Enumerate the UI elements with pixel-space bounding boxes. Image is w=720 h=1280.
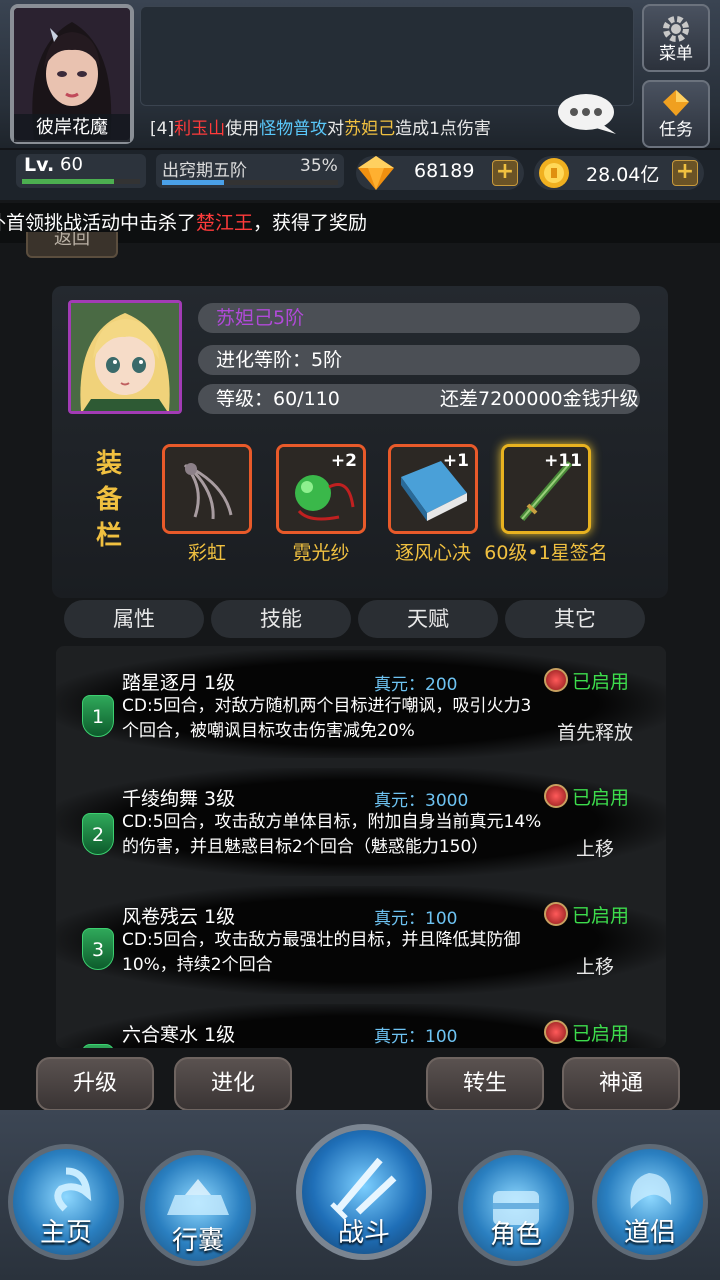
skill-name: 千绫绚舞 3级 (122, 788, 236, 810)
chat-bubble-icon[interactable] (556, 90, 618, 136)
tab-skills[interactable]: 技能 (211, 600, 351, 638)
skill-name: 六合寒水 1级 (122, 1024, 236, 1046)
skill-cost: 真元：3000 (374, 791, 469, 811)
add-gems-button[interactable]: + (492, 160, 518, 186)
level-label: Lv. (24, 154, 55, 176)
skill-status[interactable]: 已启用 (572, 901, 629, 928)
upgrade-button[interactable]: 升级 (36, 1057, 154, 1111)
skill-card: 2 千绫绚舞 3级 真元：3000 CD:5回合，攻击敌方单体目标，附加自身当前… (56, 768, 666, 876)
task-button[interactable]: 任务 (642, 80, 710, 148)
nav-bag-label: 行囊 (171, 1226, 224, 1256)
divine-power-button[interactable]: 神通 (562, 1057, 680, 1111)
realm-progress-fill (162, 180, 224, 185)
log-prefix: [4] (150, 119, 175, 139)
equip-name-2: 霓光纱 (292, 542, 350, 564)
broadcast-prefix: 野外首领挑战活动中击杀了 (0, 212, 197, 234)
gem-amount: 68189 (414, 160, 475, 182)
realm-percent: 35% (300, 156, 338, 176)
level-value: 60 (60, 154, 83, 175)
skill-card: 4 六合寒水 1级 真元：100 已启用 (56, 1004, 666, 1048)
skill-cost: 真元：200 (374, 675, 458, 695)
equip-slot-rainbow[interactable] (162, 444, 252, 534)
hero-name: 苏妲己5阶 (198, 303, 640, 333)
equip-slot-neon-gauze[interactable]: +2 (276, 444, 366, 534)
skill-number-badge: 3 (82, 928, 114, 970)
log-verb2: 对 (327, 119, 345, 139)
menu-button[interactable]: 菜单 (642, 4, 710, 72)
equip-plus-2: +2 (330, 451, 357, 471)
skill-action-button[interactable]: 上移 (536, 834, 654, 861)
skill-description: CD:5回合，攻击敌方最强壮的目标，并且降低其防御10%，持续2个回合 (122, 930, 521, 975)
tab-attributes[interactable]: 属性 (64, 600, 204, 638)
skill-description: CD:5回合，对敌方随机两个目标进行嘲讽，吸引火力3个回合，被嘲讽目标攻击伤害减… (122, 696, 532, 741)
nav-home-label: 主页 (39, 1218, 92, 1248)
tab-talent[interactable]: 天赋 (358, 600, 498, 638)
back-label: 返回 (54, 232, 90, 249)
skill-list[interactable]: 1 踏星逐月 1级 真元：200 CD:5回合，对敌方随机两个目标进行嘲讽，吸引… (56, 646, 666, 1048)
skill-name: 风卷残云 1级 (122, 906, 236, 928)
equip-plus-11: +11 (544, 451, 582, 471)
skill-action-button[interactable]: 首先释放 (536, 718, 654, 745)
log-suffix: 造成1点伤害 (395, 119, 491, 139)
task-label: 任务 (659, 120, 693, 140)
gold-amount: 28.04亿 (586, 164, 660, 186)
skill-card: 1 踏星逐月 1级 真元：200 CD:5回合，对敌方随机两个目标进行嘲讽，吸引… (56, 650, 666, 758)
log-attacker: 利玉山 (174, 119, 226, 139)
equip-slot-wind-scroll[interactable]: +1 (388, 444, 478, 534)
skill-action-button[interactable]: 上移 (536, 952, 654, 979)
combat-log-line: [4]利玉山使用怪物普攻对苏妲己造成1点伤害 (150, 114, 491, 139)
skill-number-badge: 1 (82, 695, 114, 737)
level-progress-fill (22, 179, 115, 184)
skill-cost: 真元：100 (374, 909, 458, 929)
reincarnate-button[interactable]: 转生 (426, 1057, 544, 1111)
skill-enabled-icon[interactable] (544, 1020, 568, 1044)
add-gold-button[interactable]: + (672, 160, 698, 186)
log-skill: 怪物普攻 (259, 119, 328, 139)
skill-cost: 真元：100 (374, 1027, 458, 1047)
skill-enabled-icon[interactable] (544, 902, 568, 926)
skill-enabled-icon[interactable] (544, 784, 568, 808)
skill-name: 踏星逐月 1级 (122, 672, 236, 694)
skill-description: CD:5回合，攻击敌方单体目标，附加自身当前真元14%的伤害，并且魅惑目标2个回… (122, 812, 542, 857)
hero-upgrade-hint: 还差7200000金钱升级 (440, 388, 639, 410)
broadcast-suffix: ，获得了奖励 (253, 212, 368, 234)
log-target: 苏妲己 (344, 119, 396, 139)
equip-name-1: 彩虹 (187, 542, 226, 564)
task-gem-icon (663, 90, 689, 116)
equipment-title: 装备栏 (96, 449, 123, 551)
back-button[interactable]: 返回 (26, 232, 118, 258)
player-name: 彼岸花魔 (14, 114, 130, 142)
equip-slot-signature[interactable]: +11 (501, 444, 591, 534)
skill-card: 3 风卷残云 1级 真元：100 CD:5回合，攻击敌方最强壮的目标，并且降低其… (56, 886, 666, 994)
equip-plus-1: +1 (442, 451, 469, 471)
skill-enabled-icon[interactable] (544, 668, 568, 692)
log-verb1: 使用 (225, 119, 260, 139)
equip-name-3: 逐风心决 (394, 542, 471, 564)
hero-portrait[interactable] (68, 300, 182, 414)
skill-status[interactable]: 已启用 (572, 783, 629, 810)
tab-other[interactable]: 其它 (505, 600, 645, 638)
menu-label: 菜单 (659, 44, 693, 64)
realm-label: 出窍期五阶 (162, 161, 247, 181)
evolve-button[interactable]: 进化 (174, 1057, 292, 1111)
hero-portrait-image (71, 303, 179, 411)
hero-evolution: 进化等阶：5阶 (198, 345, 640, 375)
skill-number-badge: 2 (82, 813, 114, 855)
skill-status[interactable]: 已启用 (572, 667, 629, 694)
nav-battle-label: 战斗 (337, 1218, 390, 1248)
skill-number-badge: 4 (82, 1044, 114, 1048)
skill-status[interactable]: 已启用 (572, 1019, 629, 1046)
whip-icon (165, 447, 249, 531)
nav-companion-label: 道侣 (623, 1218, 676, 1248)
gem-icon (358, 156, 394, 190)
nav-role-label: 角色 (489, 1220, 542, 1250)
equip-name-4: 60级•1星签名 (484, 542, 608, 564)
broadcast-boss: 楚江王 (196, 212, 254, 234)
gold-coin-icon (539, 158, 569, 188)
